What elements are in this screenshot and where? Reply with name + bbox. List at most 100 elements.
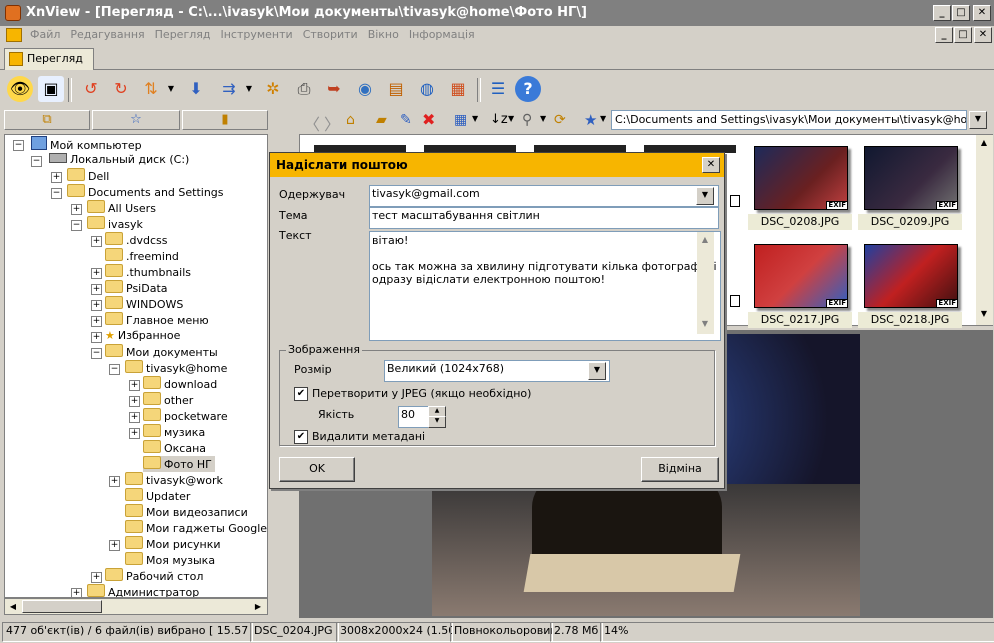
- tree-item-windows[interactable]: WINDOWS: [105, 296, 183, 312]
- tree-item-my-music[interactable]: Моя музыка: [125, 552, 215, 568]
- export-icon[interactable]: ➥: [321, 76, 347, 102]
- expand-icon[interactable]: +: [129, 412, 140, 423]
- thumbnail-item[interactable]: EXIF DSC_0218.JPG: [858, 244, 964, 328]
- batch-icon[interactable]: ⇉: [216, 76, 242, 102]
- tree-item-my-computer[interactable]: Мой компьютер: [31, 136, 142, 152]
- expand-icon[interactable]: +: [71, 588, 82, 597]
- folder-tree[interactable]: − Мой компьютер − Локальный диск (C:) + …: [4, 134, 268, 598]
- dialog-title-bar[interactable]: Надіслати поштою ✕: [270, 153, 724, 177]
- thumbnail-item[interactable]: EXIF DSC_0209.JPG: [858, 146, 964, 230]
- tree-item-psidata[interactable]: PsiData: [105, 280, 168, 296]
- collapse-icon[interactable]: −: [109, 364, 120, 375]
- menu-create[interactable]: Створити: [298, 26, 363, 44]
- expand-icon[interactable]: +: [91, 316, 102, 327]
- delete-icon[interactable]: ✖: [422, 110, 435, 129]
- expand-icon[interactable]: +: [129, 428, 140, 439]
- fullscreen-icon[interactable]: ▣: [38, 76, 64, 102]
- tree-item-updater[interactable]: Updater: [125, 488, 190, 504]
- convert-dropdown-icon[interactable]: ▼: [165, 76, 177, 102]
- batch-dropdown-icon[interactable]: ▼: [243, 76, 255, 102]
- menu-edit[interactable]: Редагування: [65, 26, 149, 44]
- thumbnail-vertical-scrollbar[interactable]: ▲ ▼: [976, 135, 993, 325]
- download-icon[interactable]: ⬇: [183, 76, 209, 102]
- back-icon[interactable]: 〈: [304, 111, 320, 135]
- folders-tab[interactable]: ⧉: [4, 110, 90, 130]
- scroll-up-icon[interactable]: ▲: [698, 233, 712, 247]
- camera-icon[interactable]: ◉: [352, 76, 378, 102]
- expand-icon[interactable]: +: [91, 268, 102, 279]
- decrement-icon[interactable]: ▼: [428, 416, 446, 428]
- view-mode-icon[interactable]: ▦: [454, 112, 467, 128]
- tree-item-my-videos[interactable]: Мои видеозаписи: [125, 504, 248, 520]
- sort-icon[interactable]: ↓z: [490, 112, 508, 127]
- child-minimize-button[interactable]: _: [935, 27, 953, 43]
- tree-item-local-disk[interactable]: Локальный диск (C:): [49, 152, 189, 168]
- expand-icon[interactable]: +: [91, 300, 102, 311]
- new-folder-icon[interactable]: ▰: [376, 112, 387, 128]
- refresh-icon[interactable]: ⟳: [554, 112, 566, 128]
- collapse-icon[interactable]: −: [91, 348, 102, 359]
- tree-item-tivasyk-home[interactable]: tivasyk@home: [125, 360, 227, 376]
- tree-item-music[interactable]: музика: [143, 424, 205, 440]
- expand-icon[interactable]: +: [91, 236, 102, 247]
- globe-icon[interactable]: ◍: [414, 76, 440, 102]
- body-textarea[interactable]: вітаю! ось так можна за хвилину підготув…: [369, 231, 721, 341]
- child-window-icon[interactable]: [6, 28, 22, 42]
- cancel-button[interactable]: Відміна: [641, 457, 719, 482]
- body-scrollbar[interactable]: ▲ ▼: [697, 232, 714, 334]
- tree-horizontal-scrollbar[interactable]: ◀ ▶: [4, 598, 268, 615]
- expand-icon[interactable]: +: [109, 476, 120, 487]
- tab-browser[interactable]: Перегляд: [4, 48, 94, 70]
- collapse-icon[interactable]: −: [13, 140, 24, 151]
- ok-button[interactable]: OK: [279, 457, 355, 482]
- tree-item-desktop[interactable]: Рабочий стол: [105, 568, 203, 584]
- menu-view[interactable]: Перегляд: [150, 26, 216, 44]
- favorites-tab[interactable]: ☆: [92, 110, 180, 130]
- subject-field[interactable]: тест масштабування світлин: [369, 207, 719, 229]
- tree-item-freemind[interactable]: .freemind: [105, 248, 179, 264]
- tree-item-documents-and-settings[interactable]: Documents and Settings: [67, 184, 224, 200]
- settings-gear-icon[interactable]: ✲: [260, 76, 286, 102]
- thumbnail-item[interactable]: EXIF DSC_0208.JPG: [748, 146, 854, 230]
- tree-item-tivasyk-work[interactable]: tivasyk@work: [125, 472, 223, 488]
- scroll-thumb[interactable]: [22, 600, 102, 613]
- tree-item-ivasyk[interactable]: ivasyk: [87, 216, 143, 232]
- expand-icon[interactable]: +: [91, 284, 102, 295]
- convert-jpeg-checkbox[interactable]: ✔: [294, 387, 308, 401]
- xnview-app-icon[interactable]: [5, 5, 21, 21]
- menu-window[interactable]: Вікно: [363, 26, 404, 44]
- tree-item-thumbnails[interactable]: .thumbnails: [105, 264, 191, 280]
- quality-stepper[interactable]: ▲ ▼: [428, 406, 446, 428]
- tree-item-oksana[interactable]: Оксана: [143, 440, 206, 456]
- forward-icon[interactable]: 〉: [324, 111, 340, 135]
- rotate-right-icon[interactable]: ↻: [108, 76, 134, 102]
- sort-dropdown-icon[interactable]: ▼: [508, 114, 514, 123]
- strip-metadata-checkbox[interactable]: ✔: [294, 430, 308, 444]
- size-select[interactable]: Великий (1024x768): [384, 360, 610, 382]
- menu-file[interactable]: Файл: [25, 26, 65, 44]
- collapse-icon[interactable]: −: [51, 188, 62, 199]
- help-icon[interactable]: ?: [515, 76, 541, 102]
- menu-tools[interactable]: Інструменти: [215, 26, 297, 44]
- favorites-star-icon[interactable]: ★: [584, 111, 597, 129]
- child-restore-button[interactable]: □: [954, 27, 972, 43]
- expand-icon[interactable]: +: [91, 332, 102, 343]
- thumbnail-item[interactable]: EXIF DSC_0217.JPG: [748, 244, 854, 328]
- scroll-left-icon[interactable]: ◀: [6, 600, 20, 614]
- scroll-up-icon[interactable]: ▲: [977, 136, 991, 150]
- print-icon[interactable]: ⎙: [291, 76, 317, 102]
- tree-item-dvdcss[interactable]: .dvdcss: [105, 232, 167, 248]
- tree-item-pocketware[interactable]: pocketware: [143, 408, 228, 424]
- convert-icon[interactable]: ⇅: [138, 76, 164, 102]
- menu-info[interactable]: Інформація: [404, 26, 480, 44]
- path-dropdown-icon[interactable]: ▼: [969, 111, 987, 129]
- collapse-icon[interactable]: −: [31, 156, 42, 167]
- tree-item-my-documents[interactable]: Мои документы: [105, 344, 218, 360]
- tree-item-start-menu[interactable]: Главное меню: [105, 312, 209, 328]
- expand-icon[interactable]: +: [129, 396, 140, 407]
- up-folder-icon[interactable]: ⌂: [346, 112, 355, 128]
- path-input[interactable]: C:\Documents and Settings\ivasyk\Мои док…: [611, 110, 967, 130]
- tree-item-administrator[interactable]: Администратор: [87, 584, 199, 597]
- recipient-dropdown-icon[interactable]: ▼: [696, 187, 714, 205]
- minimize-button[interactable]: _: [933, 5, 951, 21]
